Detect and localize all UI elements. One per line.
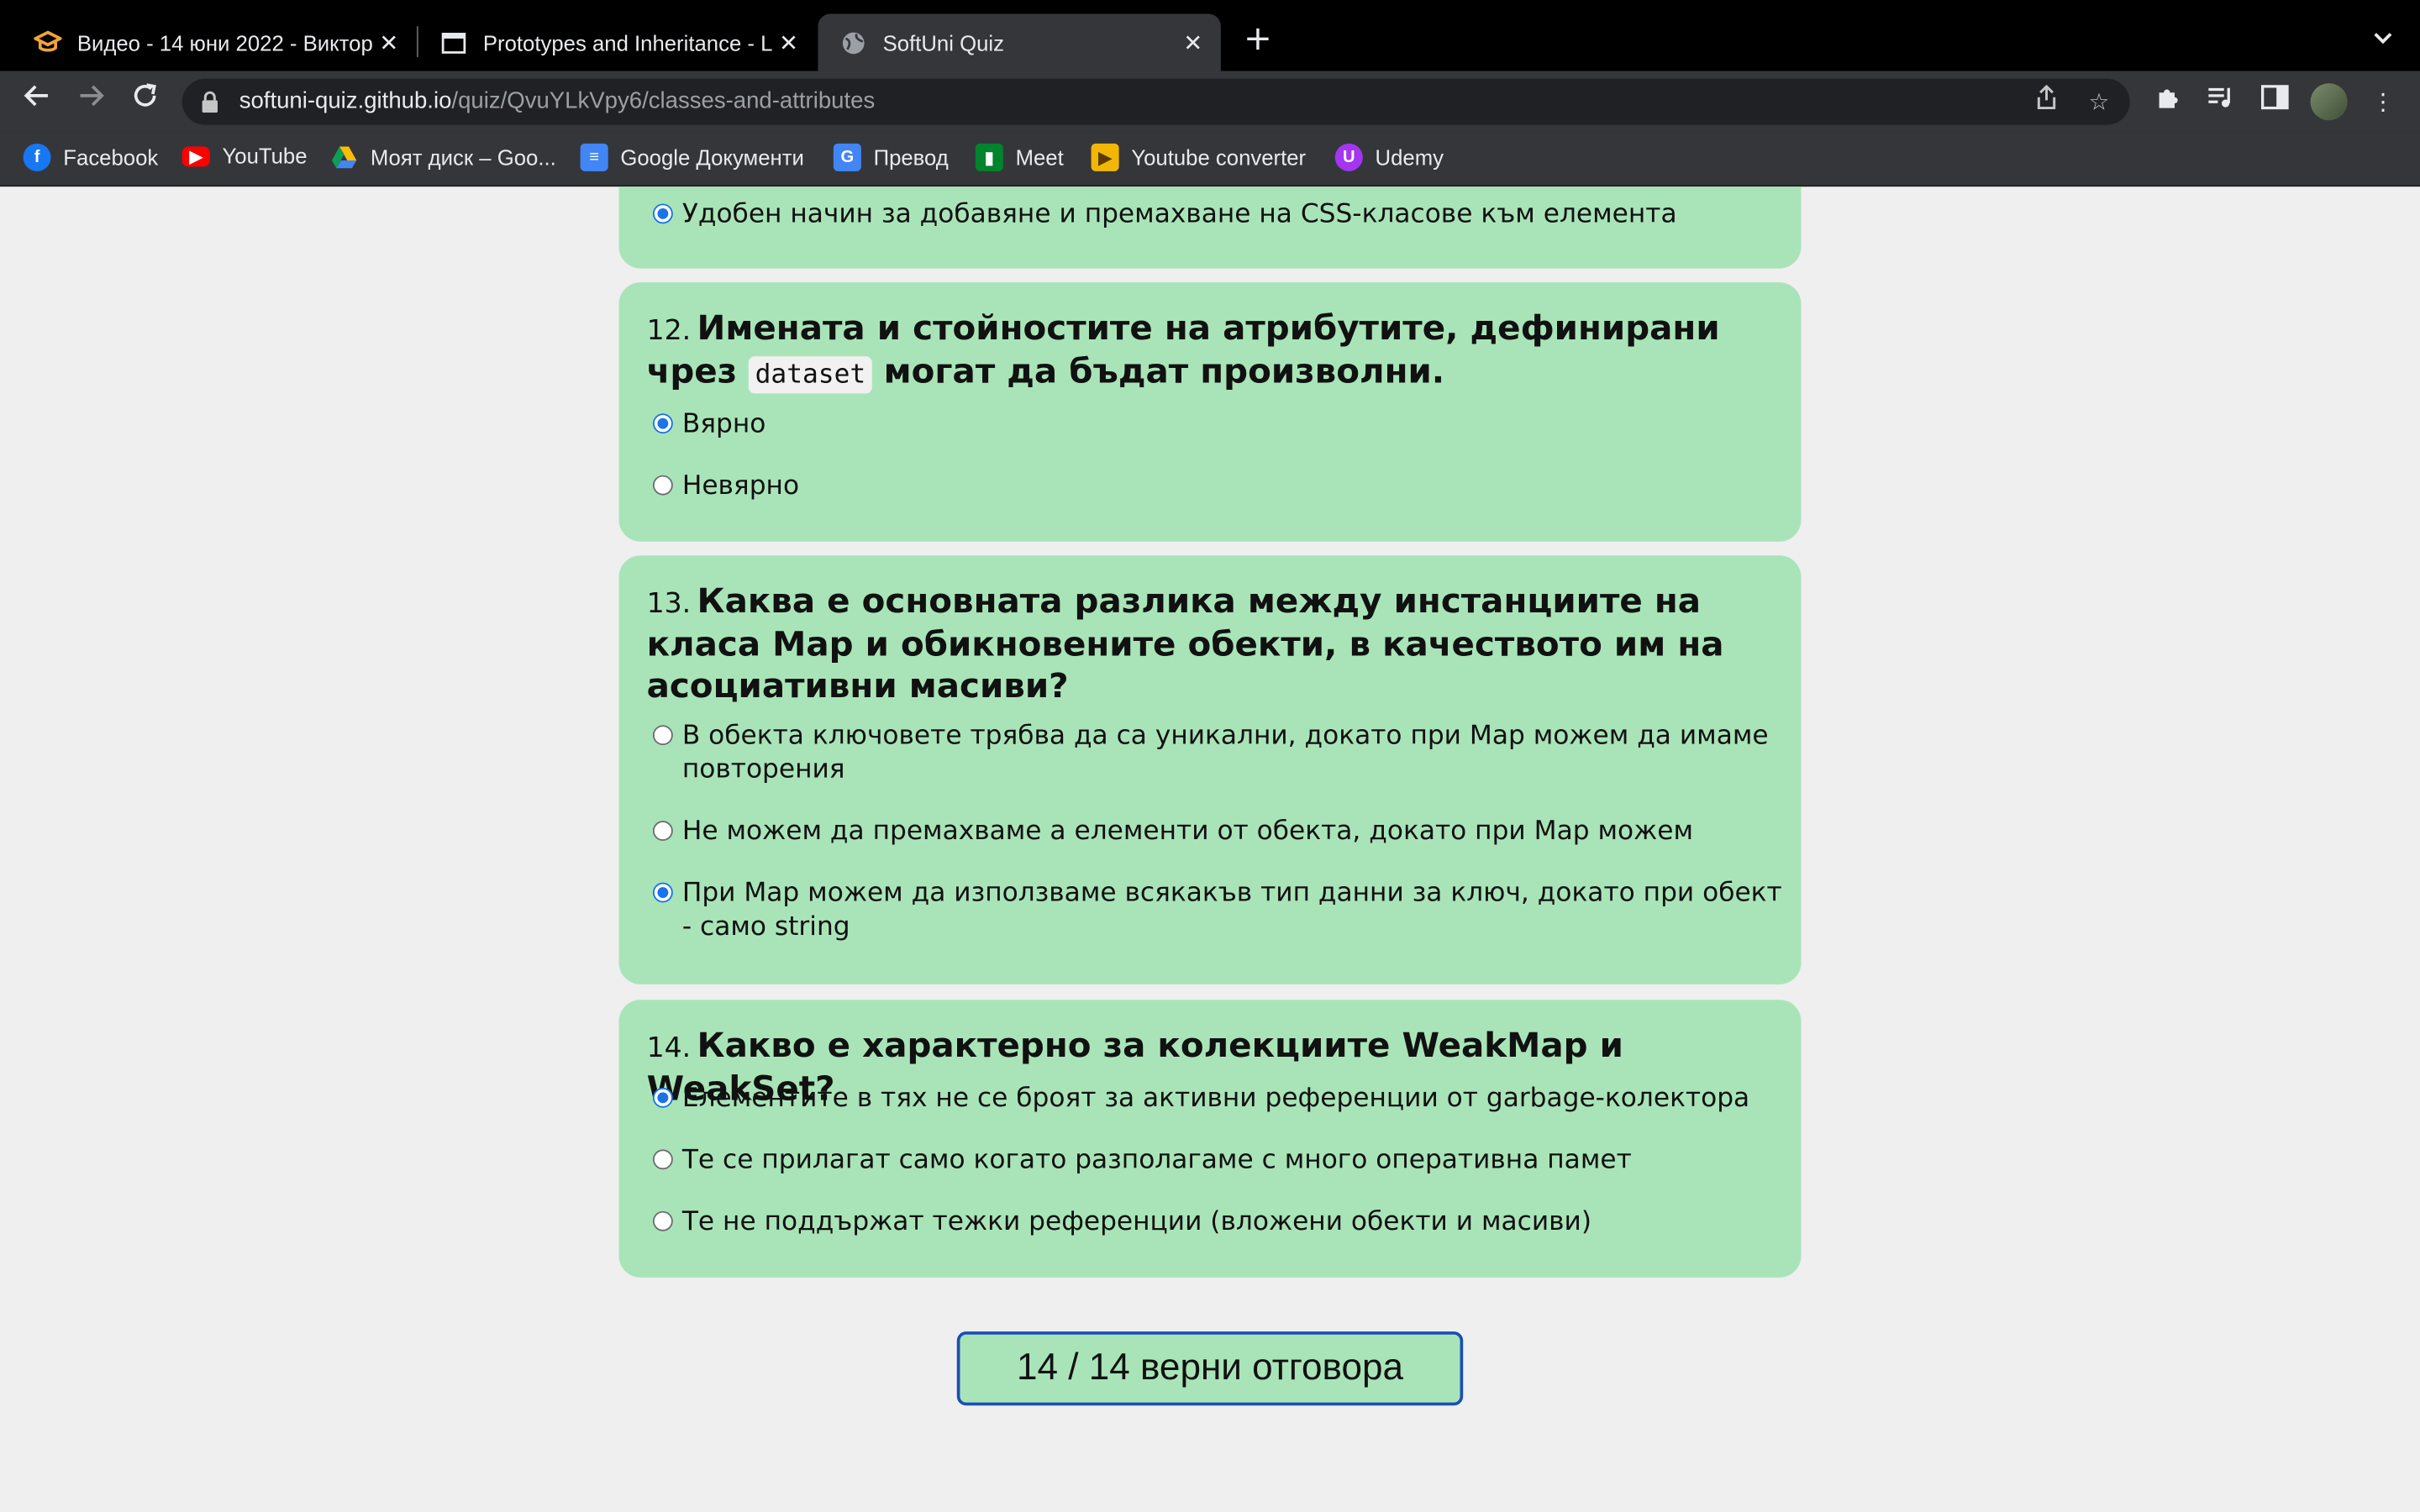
close-tab-icon[interactable]: ✕	[773, 29, 804, 56]
code-snippet: dataset	[749, 356, 872, 394]
facebook-icon: f	[23, 143, 51, 171]
answer-option[interactable]: Не можем да премахваме а елементи от обе…	[647, 815, 1794, 848]
answer-text: При Map можем да използваме всякакъв тип…	[681, 878, 1782, 943]
url-host: softuni-quiz.github.io	[239, 87, 452, 114]
radio-button[interactable]	[652, 1087, 673, 1108]
forward-arrow-icon[interactable]	[71, 81, 111, 122]
answer-text: В обекта ключовете трябва да са уникални…	[681, 720, 1769, 785]
tab-video[interactable]: Видео - 14 юни 2022 - Виктор ✕	[13, 14, 417, 71]
answer-text: Удобен начин за добавяне и премахване на…	[681, 198, 1677, 230]
page-icon	[439, 29, 467, 56]
bookmark-udemy[interactable]: U Udemy	[1334, 143, 1444, 171]
more-menu-icon[interactable]: ⋮	[2365, 83, 2402, 120]
tab-title: SoftUni Quiz	[882, 29, 1004, 55]
share-icon[interactable]	[2029, 84, 2063, 118]
answer-option[interactable]: Те се прилагат само когато разполагаме с…	[647, 1143, 1794, 1177]
bookmark-label: Google Документи	[620, 144, 804, 171]
question-number: 13.	[646, 587, 692, 621]
bookmark-youtube-converter[interactable]: ▶ Youtube converter	[1091, 143, 1307, 171]
answer-option[interactable]: Невярно	[647, 469, 799, 502]
back-arrow-icon[interactable]	[17, 81, 57, 122]
youtube-icon: ▶	[182, 145, 210, 166]
radio-button[interactable]	[652, 203, 673, 224]
bookmark-label: Meet	[1015, 144, 1064, 171]
question-card-12: 12. Имената и стойностите на атрибутите, …	[618, 282, 1802, 542]
tab-title: Prototypes and Inheritance - La	[482, 29, 774, 55]
radio-button[interactable]	[652, 882, 673, 903]
radio-button[interactable]	[652, 821, 673, 842]
youtube-converter-icon: ▶	[1091, 143, 1119, 171]
answer-option[interactable]: Вярно	[647, 407, 766, 441]
bookmark-youtube[interactable]: ▶ YouTube	[182, 144, 308, 168]
bookmark-google-docs[interactable]: ≡ Google Документи	[580, 143, 804, 171]
new-tab-button[interactable]: +	[1238, 20, 1278, 60]
side-panel-icon[interactable]	[2256, 83, 2293, 120]
profile-avatar[interactable]	[2310, 83, 2348, 121]
close-tab-icon[interactable]: ✕	[1177, 29, 1208, 56]
google-docs-icon: ≡	[580, 143, 608, 171]
answer-text: Невярно	[681, 470, 800, 501]
bookmark-label: Facebook	[63, 144, 159, 171]
radio-button[interactable]	[652, 1210, 673, 1231]
bookmarks-bar: f Facebook ▶ YouTube Моят диск – Goo... …	[0, 132, 2420, 187]
answer-option[interactable]: Удобен начин за добавяне и премахване на…	[647, 197, 1677, 231]
score-result-box: 14 / 14 верни отговора	[956, 1331, 1464, 1406]
extensions-puzzle-icon[interactable]	[2150, 83, 2187, 120]
bookmark-meet[interactable]: ▮ Meet	[975, 143, 1064, 171]
radio-button[interactable]	[652, 413, 673, 434]
url-text: softuni-quiz.github.io/quiz/QvuYLkVpy6/c…	[239, 88, 876, 114]
question-text-continued: могат да бъдат произволни.	[883, 353, 1445, 392]
answer-option[interactable]: При Map можем да използваме всякакъв тип…	[647, 876, 1794, 944]
graduation-cap-icon	[34, 29, 62, 56]
bookmark-google-drive[interactable]: Моят диск – Goo...	[330, 144, 556, 171]
url-path: /quiz/QvuYLkVpy6/classes-and-attributes	[451, 87, 876, 114]
reload-icon[interactable]	[125, 81, 166, 122]
answer-text: Те се прилагат само когато разполагаме с…	[681, 1144, 1632, 1176]
lock-icon[interactable]	[201, 90, 219, 113]
google-meet-icon: ▮	[975, 143, 1003, 171]
radio-button[interactable]	[652, 725, 673, 746]
browser-chrome: Видео - 14 юни 2022 - Виктор ✕ Prototype…	[0, 0, 2420, 187]
google-translate-icon: G	[833, 143, 861, 171]
bookmark-facebook[interactable]: f Facebook	[23, 143, 159, 171]
answer-option[interactable]: Елементите в тях не се броят за активни …	[647, 1082, 1794, 1116]
bookmark-label: Udemy	[1375, 144, 1444, 171]
question-card-11: Удобен начин за добавяне и премахване на…	[618, 186, 1802, 269]
answer-text: Вярно	[681, 408, 766, 440]
tab-title: Видео - 14 юни 2022 - Виктор	[76, 29, 373, 55]
answer-option[interactable]: Те не поддържат тежки референции (вложен…	[647, 1205, 1794, 1238]
udemy-icon: U	[1334, 143, 1363, 171]
answer-text: Елементите в тях не се броят за активни …	[681, 1083, 1750, 1115]
bookmark-label: Моят диск – Goo...	[370, 144, 556, 171]
question-text: Каква е основната разлика между инстанци…	[646, 583, 1724, 707]
question-card-13: 13. Каква е основната разлика между инста…	[618, 555, 1802, 984]
question-number: 12.	[646, 314, 692, 348]
question-title: 13. Каква е основната разлика между инста…	[647, 581, 1774, 708]
media-control-icon[interactable]	[2202, 83, 2239, 120]
answer-text: Не можем да премахваме а елементи от обе…	[681, 816, 1694, 848]
tab-search-chevron-icon[interactable]	[2365, 22, 2402, 59]
bookmark-label: Превод	[873, 144, 949, 171]
bookmark-star-icon[interactable]: ☆	[2082, 85, 2116, 118]
close-tab-icon[interactable]: ✕	[373, 29, 404, 56]
question-title: 12. Имената и стойностите на атрибутите, …	[647, 308, 1774, 396]
radio-button[interactable]	[652, 475, 673, 496]
tab-strip: Видео - 14 юни 2022 - Виктор ✕ Prototype…	[0, 0, 2420, 71]
radio-button[interactable]	[652, 1149, 673, 1170]
question-card-14: 14. Какво е характерно за колекциите Weak…	[618, 1000, 1802, 1278]
tab-softuni-quiz[interactable]: SoftUni Quiz ✕	[818, 13, 1221, 71]
answer-text: Те не поддържат тежки референции (вложен…	[681, 1206, 1592, 1238]
bookmark-label: YouTube	[222, 143, 308, 169]
bookmark-translate[interactable]: G Превод	[833, 143, 949, 171]
address-bar[interactable]: softuni-quiz.github.io/quiz/QvuYLkVpy6/c…	[182, 78, 2130, 125]
answer-option[interactable]: В обекта ключовете трябва да са уникални…	[647, 719, 1794, 787]
question-number: 14.	[646, 1032, 692, 1065]
quiz-page: Удобен начин за добавяне и премахване на…	[0, 186, 2420, 1512]
google-drive-icon	[330, 144, 358, 171]
tab-prototypes[interactable]: Prototypes and Inheritance - La ✕	[418, 14, 817, 71]
bookmark-label: Youtube converter	[1131, 144, 1307, 171]
globe-icon	[839, 29, 867, 56]
browser-toolbar: softuni-quiz.github.io/quiz/QvuYLkVpy6/c…	[0, 71, 2420, 133]
